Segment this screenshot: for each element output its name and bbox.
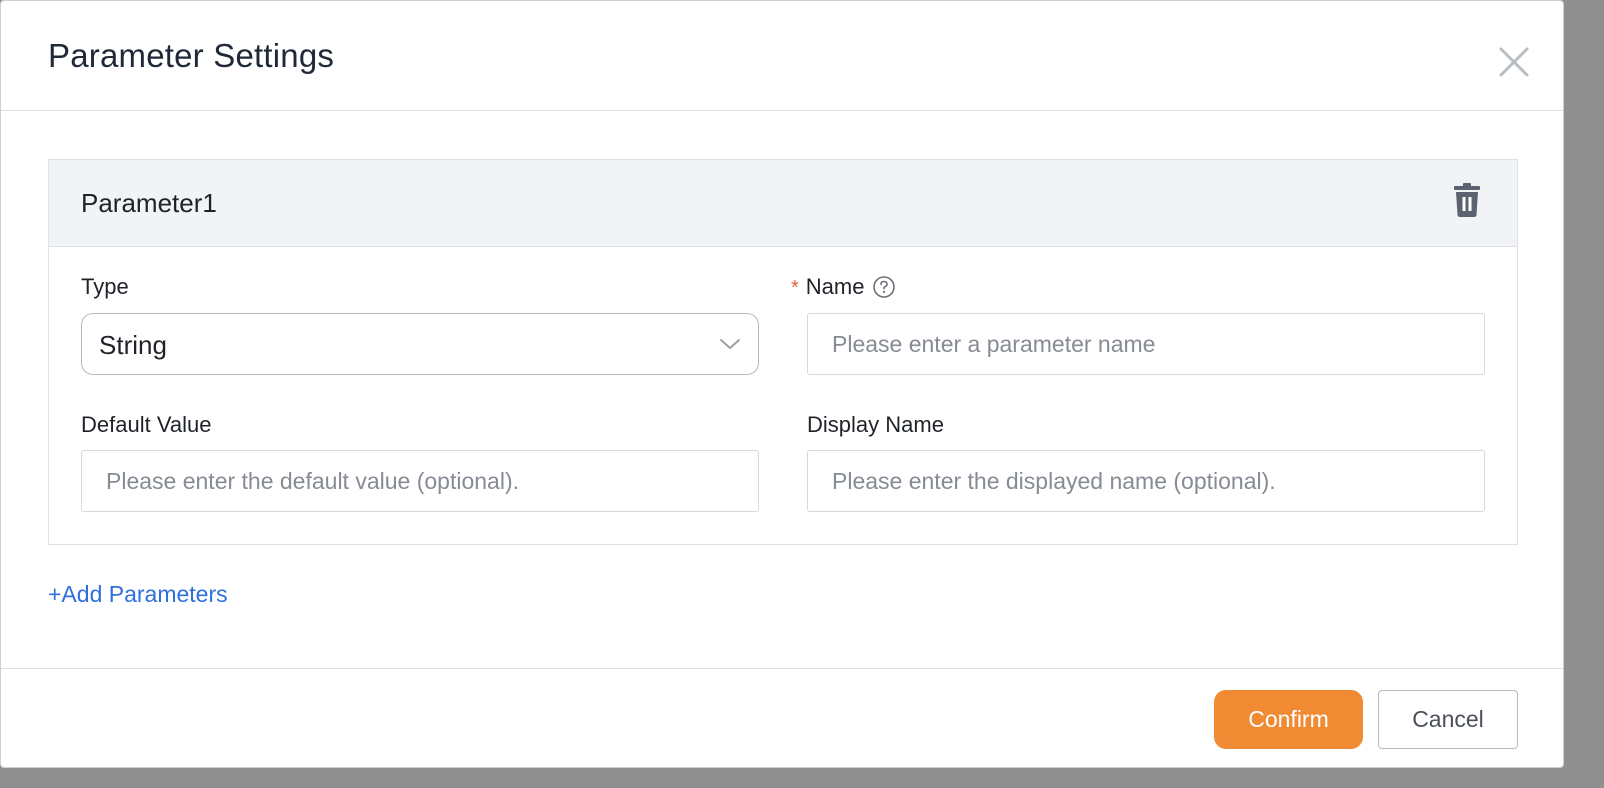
cancel-button[interactable]: Cancel — [1378, 690, 1518, 749]
type-label-text: Type — [81, 274, 129, 299]
confirm-button[interactable]: Confirm — [1214, 690, 1363, 749]
name-label: * Name — [791, 274, 896, 300]
close-button[interactable] — [1493, 41, 1535, 83]
display-name-label: Display Name — [807, 412, 944, 438]
type-select-value: String — [99, 330, 167, 360]
required-marker: * — [791, 276, 799, 299]
add-parameters-link[interactable]: +Add Parameters — [48, 581, 228, 608]
default-value-input[interactable] — [81, 450, 759, 512]
type-label: Type — [81, 274, 129, 300]
dialog-title: Parameter Settings — [48, 37, 335, 74]
chevron-down-icon — [720, 339, 740, 349]
default-value-label: Default Value — [81, 412, 211, 438]
close-icon — [1499, 47, 1529, 77]
question-circle-icon[interactable] — [872, 275, 896, 299]
delete-parameter-button[interactable] — [1453, 182, 1485, 218]
dialog-header: Parameter Settings — [1, 1, 1563, 111]
type-select[interactable]: String — [81, 313, 759, 375]
default-value-label-text: Default Value — [81, 412, 212, 437]
parameter-title: Parameter1 — [81, 188, 217, 218]
display-name-input[interactable] — [807, 450, 1485, 512]
parameter-name-input[interactable] — [807, 313, 1485, 375]
parameter-card-header: Parameter1 — [49, 160, 1517, 247]
name-label-text: Name — [805, 274, 865, 299]
dialog-footer: Confirm Cancel — [1, 668, 1563, 769]
display-name-label-text: Display Name — [807, 412, 944, 437]
trash-icon — [1454, 183, 1480, 217]
parameter-card: Parameter1 Type String * Name Please ent… — [48, 159, 1518, 545]
parameter-settings-dialog: Parameter Settings Parameter1 Type Strin… — [0, 0, 1564, 768]
